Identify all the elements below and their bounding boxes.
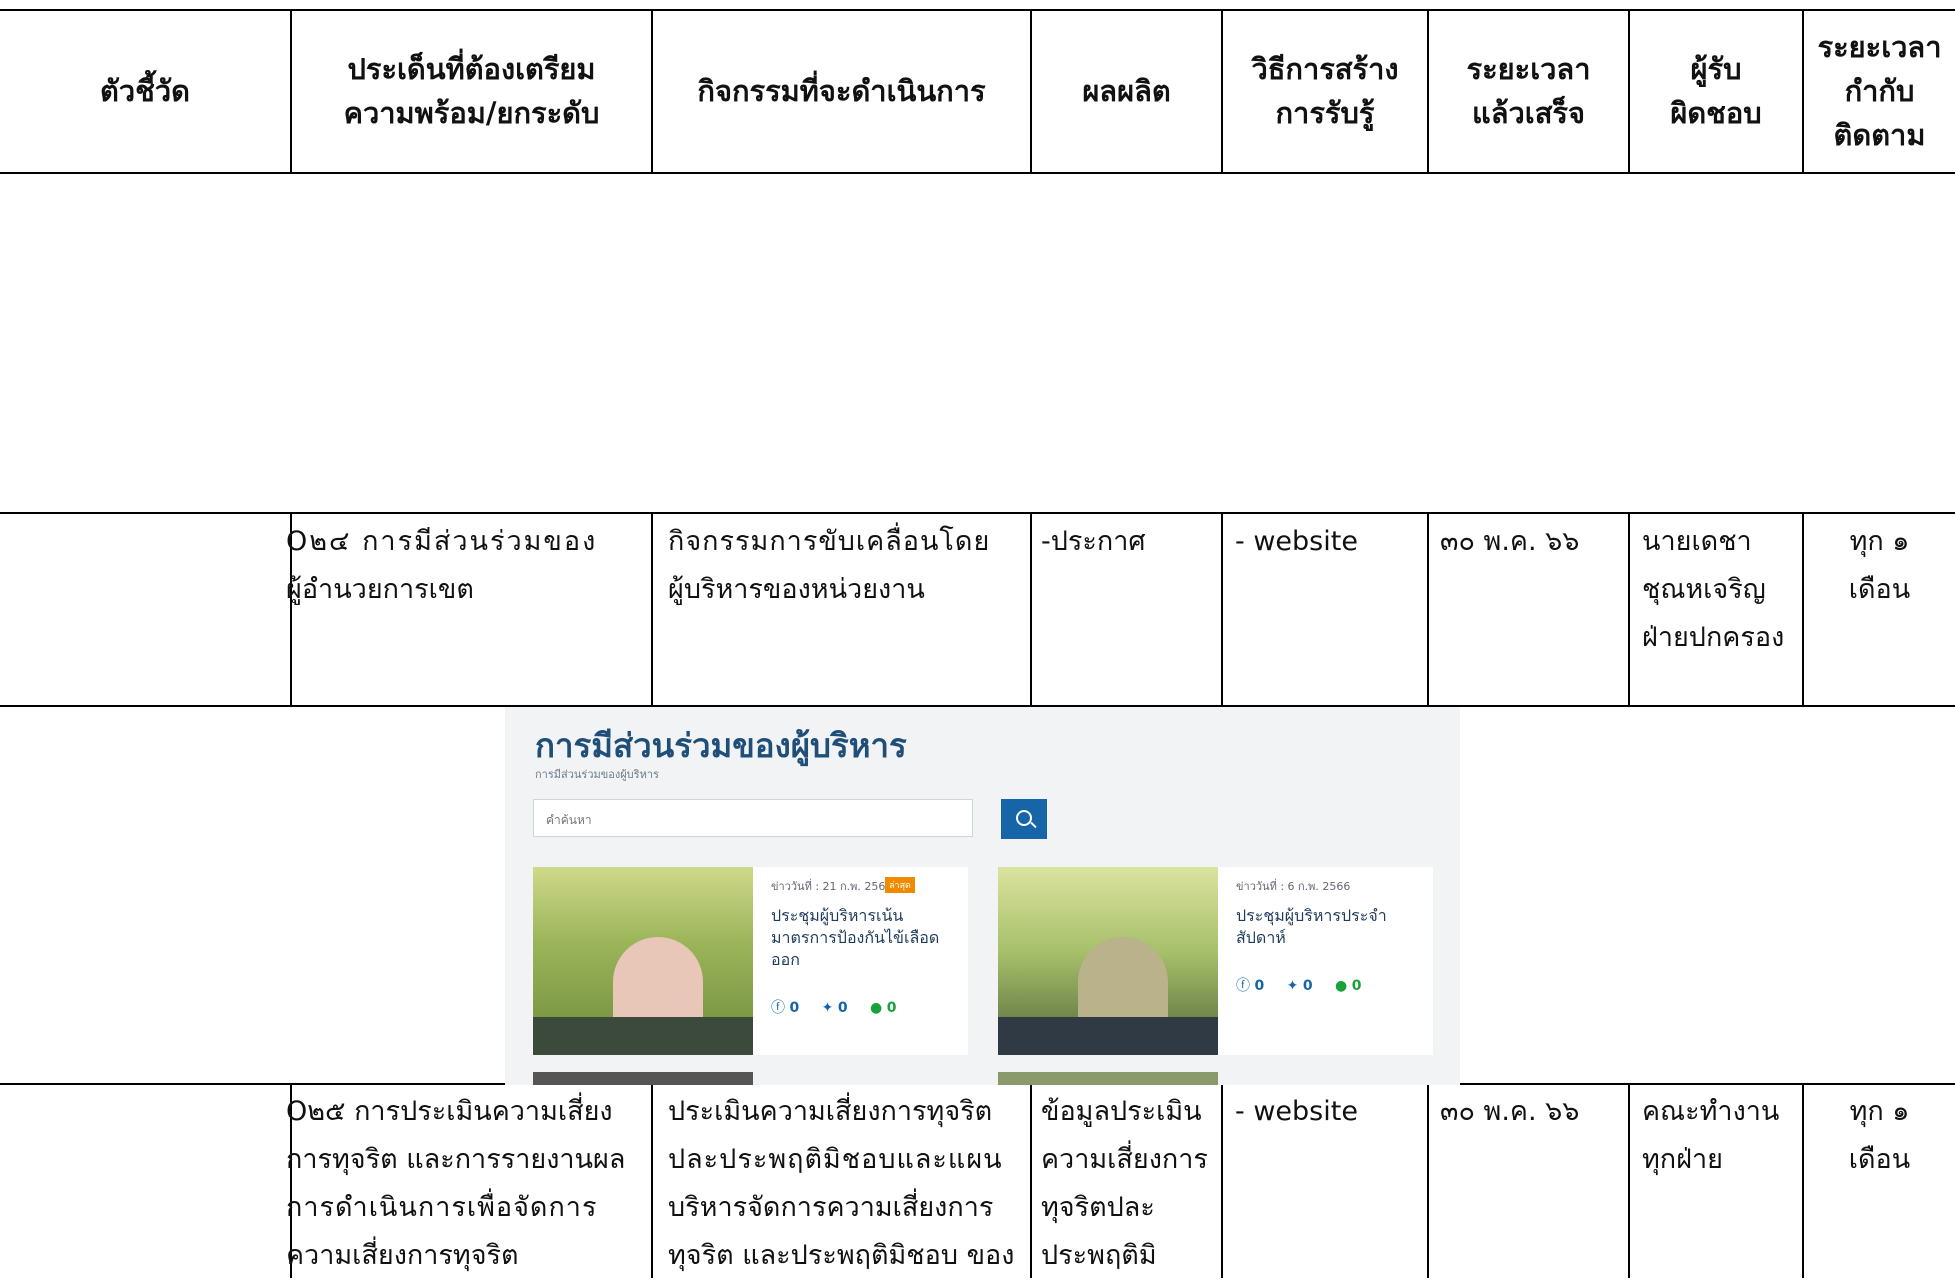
- row2-method: - website: [1235, 1096, 1358, 1127]
- news-date: ข่าววันที่ : 6 ก.พ. 2566: [1236, 880, 1351, 893]
- row1-duration: ๓๐ พ.ค. ๖๖: [1440, 526, 1580, 557]
- news-thumbnail: [998, 867, 1218, 1055]
- header-indicator: ตัวชี้วัด: [100, 74, 190, 108]
- header-issue: ประเด็นที่ต้องเตรียม ความพร้อม/ยกระดับ: [343, 52, 600, 130]
- header-responsible: ผู้รับ ผิดชอบ: [1670, 52, 1762, 130]
- facebook-icon: ⓕ 0: [1236, 978, 1265, 994]
- header-method: วิธีการสร้าง การรับรู้: [1251, 52, 1399, 130]
- news-card: ข่าววันที่ : 21 ก.พ. 2566 ล่าสุด ประชุมผ…: [533, 867, 968, 1055]
- news-date: ข่าววันที่ : 21 ก.พ. 2566: [771, 880, 893, 893]
- social-counts: ⓕ 0 ✦ 0 ● 0: [1236, 975, 1379, 995]
- embedded-website-screenshot: การมีส่วนร่วมของผู้บริหาร การมีส่วนร่วมข…: [505, 707, 1460, 1085]
- news-title: ประชุมผู้บริหารเน้นมาตรการป้องกันไข้เลือ…: [771, 906, 940, 969]
- row-divider: [0, 512, 1955, 514]
- column-divider: [651, 512, 653, 706]
- column-divider: [1221, 512, 1223, 706]
- news-thumbnail: [533, 867, 753, 1055]
- header-output: ผลผลิต: [1082, 74, 1171, 108]
- row2-monitor: ทุก ๑ เดือน: [1848, 1096, 1911, 1175]
- line-icon: ● 0: [1335, 978, 1362, 994]
- row1-issue: O๒๔ การมีส่วนร่วมของ ผู้อำนวยการเขต: [286, 526, 598, 605]
- news-card: ข่าววันที่ : 6 ก.พ. 2566 ประชุมผู้บริหาร…: [998, 867, 1433, 1055]
- line-icon: ● 0: [870, 1000, 897, 1016]
- column-divider: [1221, 1083, 1223, 1278]
- row2-responsible: คณะทำงาน ทุกฝ่าย: [1642, 1096, 1780, 1175]
- column-divider: [1628, 512, 1630, 706]
- column-divider: [1427, 512, 1429, 706]
- row2-issue: O๒๕ การประเมินความเสี่ยง การทุจริต และกา…: [286, 1096, 626, 1271]
- row1-output: -ประกาศ: [1041, 526, 1146, 557]
- row2-activity: ประเมินความเสี่ยงการทุจริต ปละประพฤติมิช…: [668, 1096, 1015, 1271]
- twitter-icon: ✦ 0: [821, 1000, 848, 1016]
- row1-method: - website: [1235, 526, 1358, 557]
- column-divider: [1427, 1083, 1429, 1278]
- twitter-icon: ✦ 0: [1286, 978, 1313, 994]
- row2-duration: ๓๐ พ.ค. ๖๖: [1440, 1096, 1580, 1127]
- header-activity: กิจกรรมที่จะดำเนินการ: [697, 74, 986, 108]
- row1-monitor: ทุก ๑ เดือน: [1848, 526, 1911, 605]
- search-icon: [1016, 810, 1032, 826]
- row1-responsible: นายเดชา ชุณหเจริญ ฝ่ายปกครอง: [1642, 526, 1785, 653]
- news-title: ประชุมผู้บริหารประจำสัปดาห์: [1236, 906, 1387, 947]
- new-badge: ล่าสุด: [885, 877, 915, 893]
- row2-output: ข้อมูลประเมิน ความเสี่ยงการ ทุจริตปละ ปร…: [1041, 1096, 1208, 1271]
- facebook-icon: ⓕ 0: [771, 1000, 800, 1016]
- screenshot-search-button: [1001, 799, 1047, 839]
- header-duration: ระยะเวลา แล้วเสร็จ: [1466, 52, 1591, 130]
- column-divider: [1030, 1083, 1032, 1278]
- screenshot-search-input: คำค้นหา: [533, 799, 973, 837]
- column-divider: [1030, 512, 1032, 706]
- social-counts: ⓕ 0 ✦ 0 ● 0: [771, 997, 914, 1017]
- row1-activity: กิจกรรมการขับเคลื่อนโดย ผู้บริหารของหน่ว…: [668, 526, 991, 605]
- header-bottom-border: [0, 172, 1955, 174]
- column-divider: [651, 1083, 653, 1278]
- header-monitor: ระยะเวลา กำกับ ติดตาม: [1817, 30, 1942, 152]
- screenshot-breadcrumb: การมีส่วนร่วมของผู้บริหาร: [535, 768, 659, 781]
- column-divider: [1628, 1083, 1630, 1278]
